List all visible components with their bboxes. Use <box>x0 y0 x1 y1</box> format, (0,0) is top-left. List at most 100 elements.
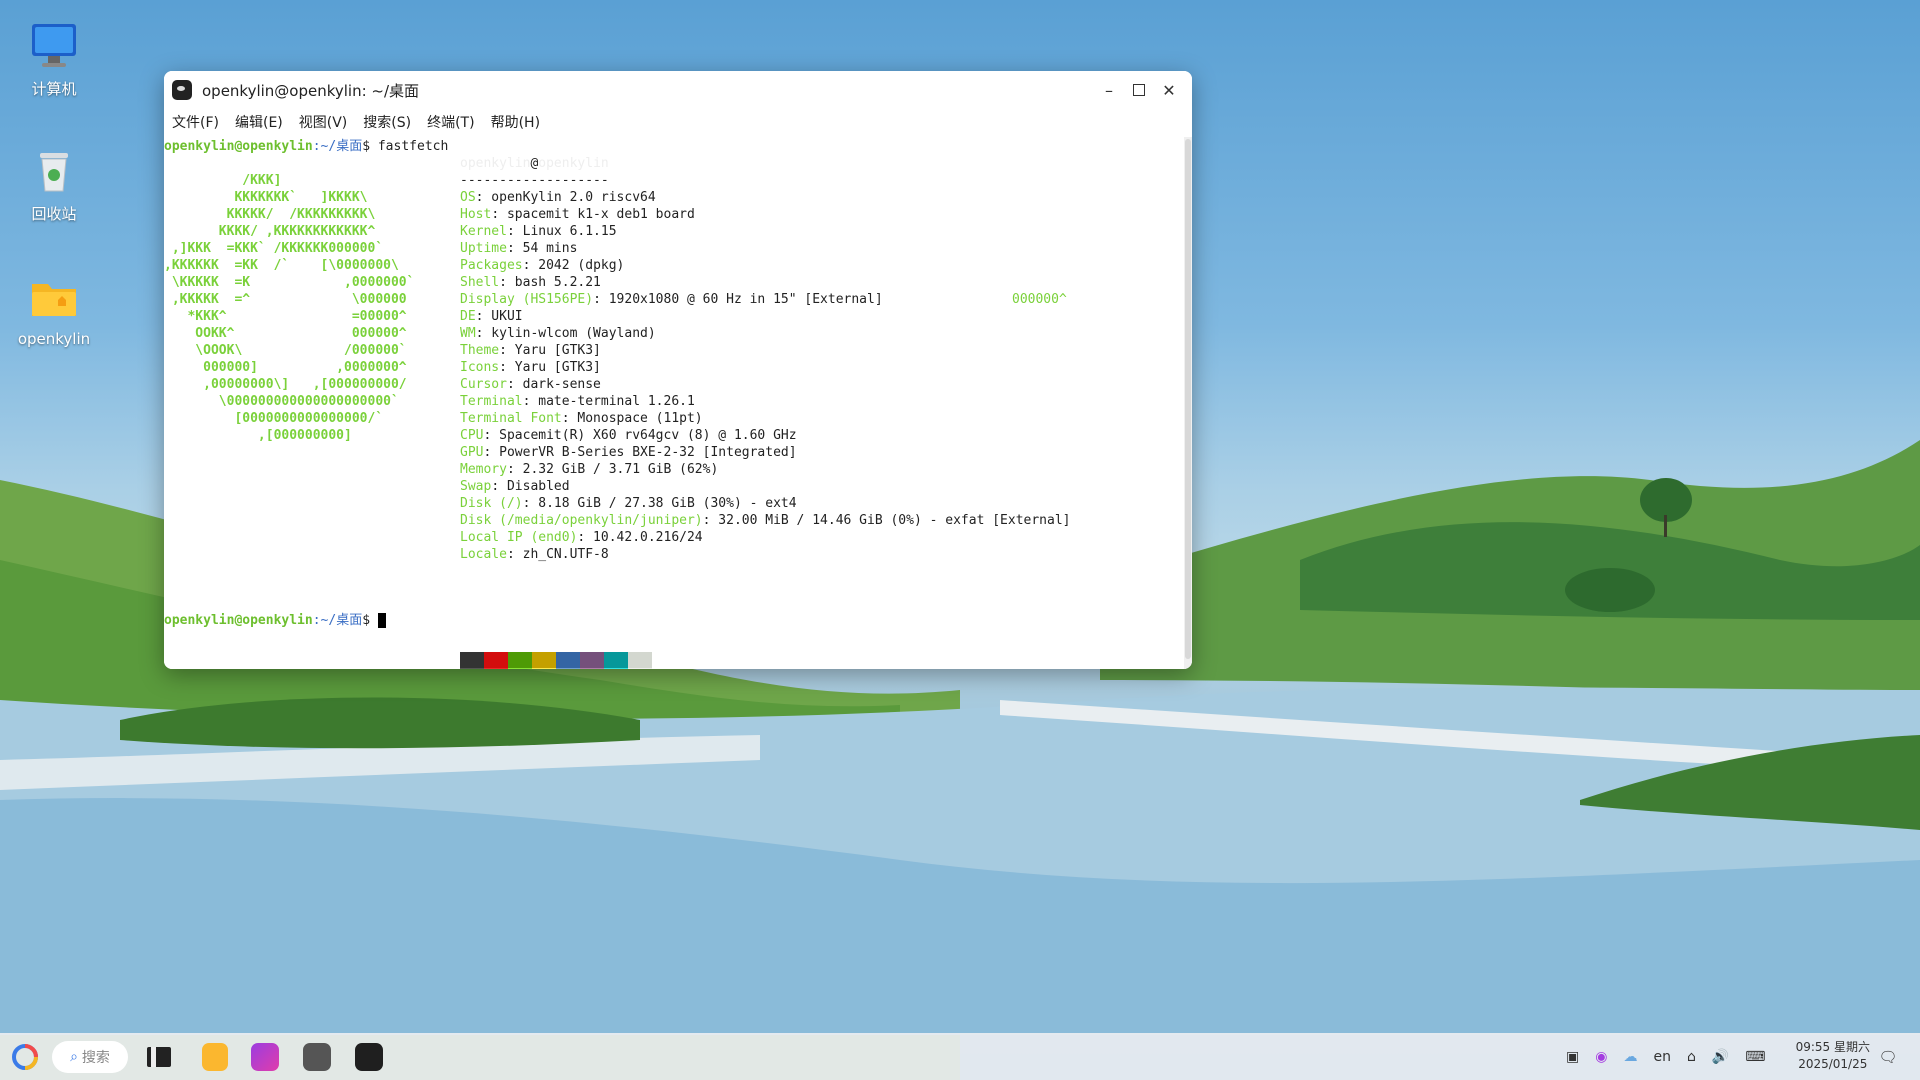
info-key: Locale <box>460 547 507 562</box>
close-button[interactable]: ✕ <box>1154 75 1184 105</box>
info-key: DE <box>460 309 476 324</box>
header-user: openkylin <box>460 156 531 171</box>
logo-line: /KKK] <box>164 173 282 188</box>
minimize-button[interactable]: – <box>1094 75 1124 105</box>
header-host: openkylin <box>538 156 609 171</box>
taskbar-app-camera[interactable] <box>248 1041 282 1073</box>
info-value: : Yaru [GTK3] <box>499 360 601 375</box>
terminal-icon <box>355 1043 383 1071</box>
prompt-line[interactable]: openkylin@openkylin:~/桌面$ <box>164 612 386 629</box>
palette-swatch <box>580 652 604 668</box>
info-key: Icons <box>460 360 500 375</box>
info-line: DE: UKUI <box>460 308 1071 325</box>
palette-swatch <box>508 668 532 669</box>
info-line: Locale: zh_CN.UTF-8 <box>460 546 1071 563</box>
palette-swatch <box>532 668 556 669</box>
menu-edit[interactable]: 编辑(E) <box>235 112 283 132</box>
palette-swatch <box>508 652 532 668</box>
info-value: : 54 mins <box>506 241 578 256</box>
window-title: openkylin@openkylin: ~/桌面 <box>202 81 420 100</box>
keyboard-icon[interactable]: ⌨ <box>1745 1049 1765 1065</box>
info-key: OS <box>460 190 476 205</box>
clock[interactable]: 09:55 星期六 2025/01/25 <box>1796 1039 1870 1073</box>
scrollbar[interactable] <box>1184 137 1192 669</box>
palette-swatch <box>628 652 652 668</box>
menu-view[interactable]: 视图(V) <box>299 112 348 132</box>
weather-icon[interactable]: ☁ <box>1623 1049 1637 1065</box>
computer-icon <box>28 20 80 72</box>
info-line: GPU: PowerVR B-Series BXE-2-32 [Integrat… <box>460 444 1071 461</box>
info-line: Terminal Font: Monospace (11pt) <box>460 410 1071 427</box>
info-line: Disk (/media/openkylin/juniper): 32.00 M… <box>460 512 1071 529</box>
network-icon[interactable]: ⌂ <box>1687 1049 1696 1065</box>
info-line: Disk (/): 8.18 GiB / 27.38 GiB (30%) - e… <box>460 495 1071 512</box>
prompt-user: openkylin@openkylin <box>164 613 313 628</box>
menu-help[interactable]: 帮助(H) <box>491 112 540 132</box>
info-value: : Yaru [GTK3] <box>499 343 601 358</box>
volume-icon[interactable]: 🔊 <box>1712 1049 1729 1065</box>
info-line: CPU: Spacemit(R) X60 rv64gcv (8) @ 1.60 … <box>460 427 1071 444</box>
notification-button[interactable]: 🗨 <box>1874 1041 1902 1073</box>
text-cursor <box>377 613 386 628</box>
prompt-sign: $ <box>362 613 371 628</box>
taskbar-app-files[interactable] <box>198 1041 232 1073</box>
info-key: Theme <box>460 343 500 358</box>
terminal-output[interactable]: openkylin@openkylin:~/桌面$ fastfetch /KKK… <box>164 137 1184 669</box>
lightbulb-icon <box>202 1043 228 1071</box>
scrollbar-thumb[interactable] <box>1185 139 1191 659</box>
taskbar-search[interactable]: ⌕ 搜索 <box>52 1041 128 1073</box>
minimize-icon: – <box>1105 80 1113 100</box>
info-line: Swap: Disabled <box>460 478 1071 495</box>
logo-line: KKKKKKK` ]KKKK\ <box>164 190 368 205</box>
fetch-header: openkylin@openkylin <box>460 155 609 172</box>
logo-line: \OOOK\ /000000` <box>164 343 407 358</box>
menu-file[interactable]: 文件(F) <box>172 112 219 132</box>
info-key: Terminal Font <box>460 411 562 426</box>
palette-swatch <box>628 668 652 669</box>
info-value: : kylin-wlcom (Wayland) <box>475 326 656 341</box>
menu-search[interactable]: 搜索(S) <box>363 112 411 132</box>
logo-line: KKKK/ ,KKKKKKKKKKKK^ <box>164 224 376 239</box>
info-key: Local IP (end0) <box>460 530 578 545</box>
desktop-icon-home-folder[interactable]: openkylin <box>8 272 100 348</box>
maximize-button[interactable] <box>1124 75 1154 105</box>
logo-line: KKKKK/ /KKKKKKKKK\ <box>164 207 376 222</box>
desktop-icon-computer[interactable]: 计算机 <box>8 20 100 99</box>
menu-terminal[interactable]: 终端(T) <box>427 112 474 132</box>
window-titlebar[interactable]: openkylin@openkylin: ~/桌面 – ✕ <box>164 71 1192 109</box>
logo-line: \KKKKK =K ,0000000` <box>164 275 415 290</box>
openkylin-logo-icon <box>12 1044 38 1070</box>
prompt-sign: $ <box>362 139 371 154</box>
info-value: : Disabled <box>491 479 570 494</box>
info-value: : 2042 (dpkg) <box>522 258 625 273</box>
clipboard-icon[interactable]: ▣ <box>1566 1049 1579 1065</box>
info-line: Terminal: mate-terminal 1.26.1 <box>460 393 1071 410</box>
start-menu-button[interactable] <box>10 1041 40 1073</box>
terminal-window[interactable]: openkylin@openkylin: ~/桌面 – ✕ 文件(F) 编辑(E… <box>164 71 1192 669</box>
command-line: openkylin@openkylin:~/桌面$ fastfetch <box>164 138 448 155</box>
stray-text: 000000^ <box>1012 292 1067 307</box>
screenshot-icon[interactable]: ◉ <box>1595 1049 1607 1065</box>
prompt-user: openkylin@openkylin <box>164 139 313 154</box>
info-key: Host <box>460 207 492 222</box>
language-indicator[interactable]: en <box>1653 1049 1671 1065</box>
palette-swatch <box>484 652 508 668</box>
logo-line: 000000] ,0000000^ <box>164 360 407 375</box>
palette-swatch <box>580 668 604 669</box>
system-tray: ▣ ◉ ☁ en ⌂ 🔊 ⌨ <box>1566 1033 1766 1080</box>
info-value: : PowerVR B-Series BXE-2-32 [Integrated] <box>483 445 797 460</box>
fetch-separator: ------------------- <box>460 173 609 188</box>
info-value: : 10.42.0.216/24 <box>577 530 703 545</box>
multitask-view-button[interactable] <box>145 1041 173 1073</box>
taskbar-app-terminal[interactable] <box>352 1041 386 1073</box>
info-value: : 1920x1080 @ 60 Hz in 15" [External] <box>593 292 883 307</box>
info-value: : Monospace (11pt) <box>561 411 703 426</box>
logo-line: [0000000000000000/` <box>164 411 384 426</box>
search-icon: ⌕ <box>70 1049 78 1065</box>
info-key: Cursor <box>460 377 507 392</box>
taskbar-app-settings[interactable] <box>300 1041 334 1073</box>
clock-date: 2025/01/25 <box>1798 1057 1868 1071</box>
desktop-icon-trash[interactable]: 回收站 <box>8 145 100 224</box>
info-key: Terminal <box>460 394 523 409</box>
info-value: : Linux 6.1.15 <box>506 224 617 239</box>
